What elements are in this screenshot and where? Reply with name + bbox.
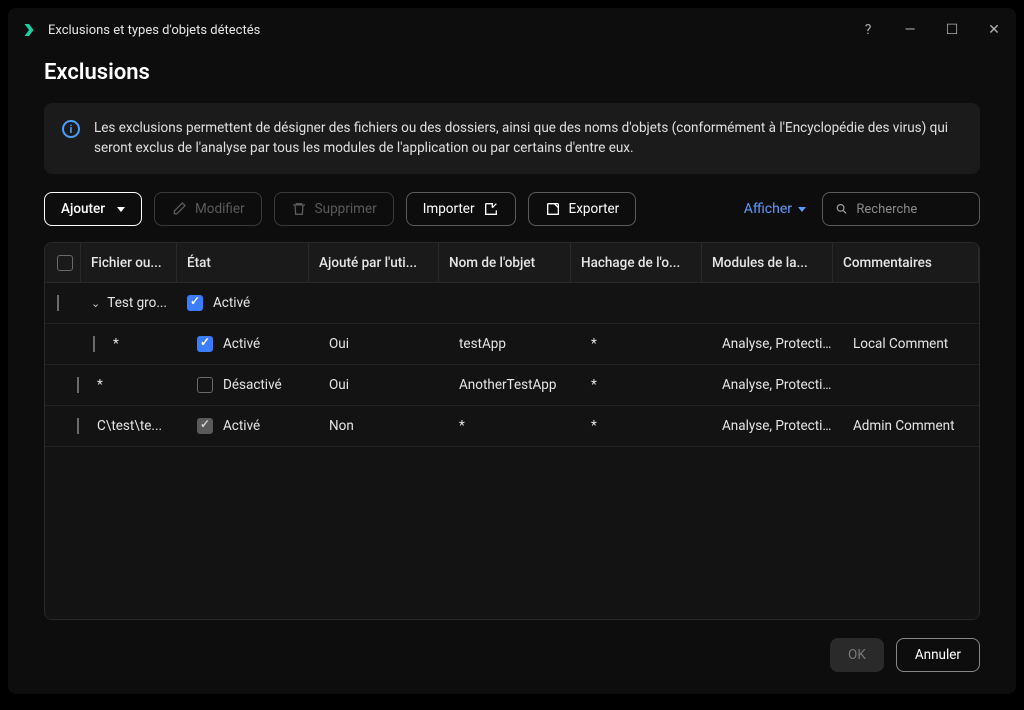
header-added[interactable]: Ajouté par l'uti... <box>309 243 439 282</box>
cell-modules: Analyse, Protecti... <box>712 377 843 393</box>
cell-object: AnotherTestApp <box>449 377 581 393</box>
header-comments[interactable]: Commentaires <box>833 243 979 282</box>
state-checkbox[interactable] <box>197 336 213 352</box>
info-text: Les exclusions permettent de désigner de… <box>94 119 962 158</box>
add-button-label: Ajouter <box>61 201 105 217</box>
delete-button-label: Supprimer <box>315 201 377 217</box>
edit-button: Modifier <box>154 192 262 226</box>
row-checkbox[interactable] <box>77 377 79 393</box>
cell-hash: * <box>581 418 712 434</box>
cell-object: * <box>449 418 581 434</box>
app-logo <box>20 21 38 39</box>
export-icon <box>545 201 561 217</box>
cancel-button[interactable]: Annuler <box>896 638 980 672</box>
table-row[interactable]: ⌄Test gro...Activé <box>45 283 979 324</box>
cell-hash: * <box>581 377 712 393</box>
footer: OK Annuler <box>8 620 1016 694</box>
cell-added: Non <box>319 418 449 434</box>
cell-object: testApp <box>449 336 581 352</box>
page-title: Exclusions <box>44 60 980 85</box>
state-checkbox[interactable] <box>197 377 213 393</box>
maximize-button[interactable]: ☐ <box>942 22 962 38</box>
chevron-down-icon[interactable]: ⌄ <box>91 297 101 310</box>
search-icon <box>835 201 848 217</box>
window-title: Exclusions et types d'objets détectés <box>48 23 858 38</box>
titlebar: Exclusions et types d'objets détectés ? … <box>8 8 1016 52</box>
table-header: Fichier ou... État Ajouté par l'uti... N… <box>45 243 979 283</box>
cell-file: * <box>103 336 187 352</box>
add-button[interactable]: Ajouter <box>44 192 142 226</box>
row-checkbox[interactable] <box>77 418 79 434</box>
table-row[interactable]: *ActivéOuitestApp*Analyse, Protecti...Lo… <box>45 324 979 365</box>
table-row[interactable]: C\test\te...ActivéNon**Analyse, Protecti… <box>45 406 979 447</box>
state-checkbox[interactable] <box>197 418 213 434</box>
cell-modules: Analyse, Protecti... <box>712 418 843 434</box>
row-checkbox[interactable] <box>57 295 59 311</box>
cell-state: Activé <box>187 418 319 434</box>
search-input[interactable] <box>856 202 967 217</box>
state-checkbox[interactable] <box>187 295 203 311</box>
window: Exclusions et types d'objets détectés ? … <box>8 8 1016 694</box>
table-row[interactable]: *DésactivéOuiAnotherTestApp*Analyse, Pro… <box>45 365 979 406</box>
import-icon <box>483 201 499 217</box>
search-box[interactable] <box>822 192 980 226</box>
help-button[interactable]: ? <box>858 22 878 38</box>
close-button[interactable]: ✕ <box>984 22 1004 38</box>
row-checkbox[interactable] <box>93 336 95 352</box>
cell-state: Désactivé <box>187 377 319 393</box>
import-button[interactable]: Importer <box>406 192 516 226</box>
cell-file: C\test\te... <box>87 418 187 434</box>
header-file[interactable]: Fichier ou... <box>81 243 177 282</box>
minimize-button[interactable]: — <box>900 22 920 38</box>
header-hash[interactable]: Hachage de l'o... <box>571 243 702 282</box>
cell-added: Oui <box>319 377 449 393</box>
info-banner: i Les exclusions permettent de désigner … <box>44 103 980 174</box>
header-checkbox-cell <box>45 243 81 282</box>
cell-added: Oui <box>319 336 449 352</box>
header-object[interactable]: Nom de l'objet <box>439 243 571 282</box>
content: Exclusions i Les exclusions permettent d… <box>8 52 1016 620</box>
ok-button[interactable]: OK <box>830 638 884 672</box>
delete-button: Supprimer <box>274 192 394 226</box>
trash-icon <box>291 201 307 217</box>
export-button-label: Exporter <box>569 201 620 217</box>
edit-button-label: Modifier <box>195 201 245 217</box>
export-button[interactable]: Exporter <box>528 192 637 226</box>
toolbar: Ajouter Modifier Supprimer Importer Expo… <box>44 192 980 226</box>
show-label: Afficher <box>744 201 792 217</box>
cell-comments: Local Comment <box>843 336 979 352</box>
cell-modules: Analyse, Protecti... <box>712 336 843 352</box>
exclusions-table: Fichier ou... État Ajouté par l'uti... N… <box>44 242 980 620</box>
show-dropdown[interactable]: Afficher <box>744 201 806 217</box>
header-modules[interactable]: Modules de la... <box>702 243 833 282</box>
cell-file: * <box>87 377 187 393</box>
cell-state: Activé <box>187 336 319 352</box>
info-icon: i <box>62 120 80 138</box>
window-controls: ? — ☐ ✕ <box>858 22 1004 38</box>
select-all-checkbox[interactable] <box>57 255 73 271</box>
cell-hash: * <box>581 336 712 352</box>
header-state[interactable]: État <box>177 243 309 282</box>
table-body: ⌄Test gro...Activé*ActivéOuitestApp*Anal… <box>45 283 979 619</box>
cell-comments: Admin Comment <box>843 418 979 434</box>
import-button-label: Importer <box>423 201 475 217</box>
edit-icon <box>171 201 187 217</box>
